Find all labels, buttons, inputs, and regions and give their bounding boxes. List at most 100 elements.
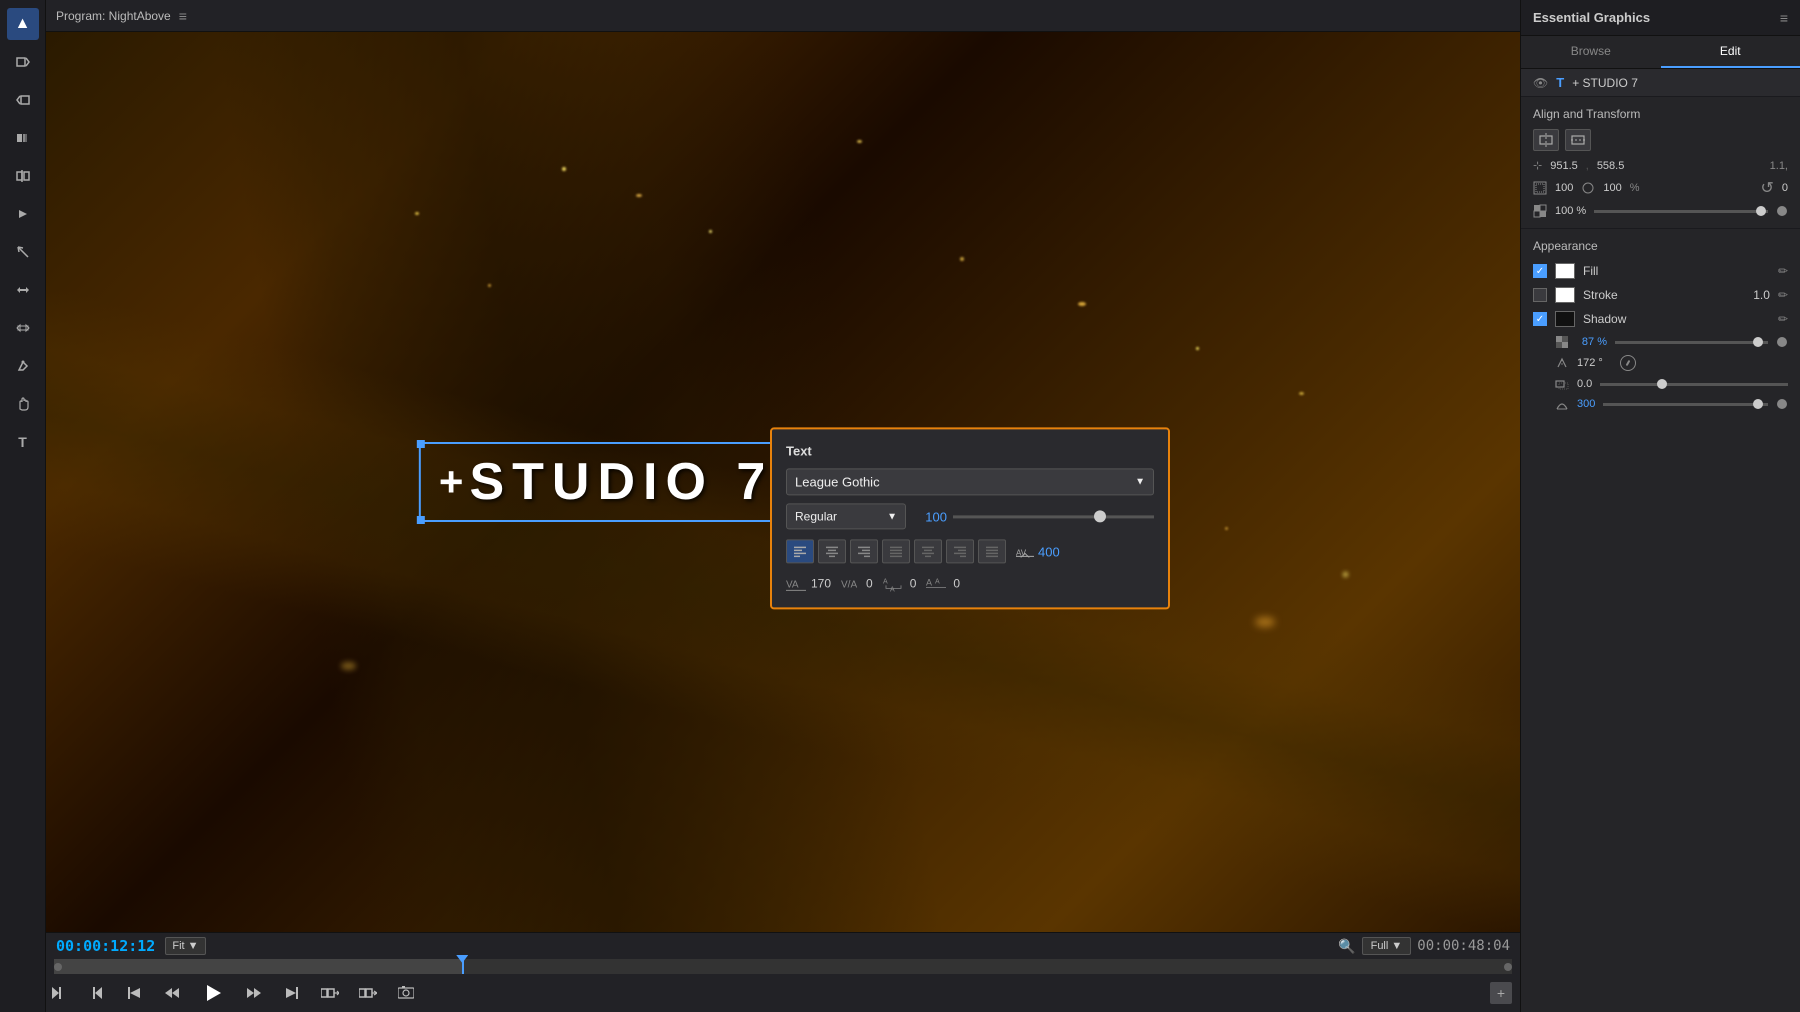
justify-right-btn[interactable] — [946, 539, 974, 563]
shadow-opacity-row: 87 % — [1533, 335, 1788, 349]
track-select-bwd-tool[interactable] — [7, 84, 39, 116]
razor-tool[interactable] — [7, 236, 39, 268]
monitor-menu-icon[interactable]: ≡ — [179, 8, 187, 24]
stroke-row: Stroke 1.0 ✏ — [1533, 287, 1788, 303]
shadow-opacity-slider[interactable] — [1615, 341, 1768, 344]
stroke-checkbox[interactable] — [1533, 288, 1547, 302]
shadow-row: ✓ Shadow ✏ — [1533, 311, 1788, 327]
pen-tool[interactable] — [7, 350, 39, 382]
timeline-scrubber[interactable] — [54, 959, 1512, 974]
leading-value[interactable]: 0 — [910, 576, 917, 590]
video-text-overlay[interactable]: + STUDIO 7 — [419, 442, 793, 522]
type-tool[interactable]: T — [7, 426, 39, 458]
slide-tool[interactable] — [7, 312, 39, 344]
opacity-value[interactable]: 100 % — [1555, 205, 1586, 217]
stroke-edit-icon[interactable]: ✏ — [1778, 288, 1788, 302]
track-select-fwd-tool[interactable] — [7, 46, 39, 78]
tracking-value[interactable]: 400 — [1038, 544, 1060, 559]
justify-center-btn[interactable] — [914, 539, 942, 563]
fit-dropdown[interactable]: Fit ▼ — [165, 937, 205, 955]
select-tool[interactable]: ▲ — [7, 8, 39, 40]
panel-menu-icon[interactable]: ≡ — [1780, 10, 1788, 26]
studio-text-box[interactable]: + STUDIO 7 — [419, 442, 793, 522]
ripple-edit-tool[interactable] — [7, 122, 39, 154]
slip-tool[interactable] — [7, 274, 39, 306]
mark-out-btn[interactable] — [84, 981, 108, 1005]
add-btn[interactable]: + — [1490, 982, 1512, 1004]
font-dropdown-chevron: ▼ — [1135, 476, 1145, 487]
go-to-out-btn[interactable] — [280, 981, 304, 1005]
font-dropdown[interactable]: League Gothic ▼ — [786, 468, 1154, 495]
shadow-edit-icon[interactable]: ✏ — [1778, 312, 1788, 326]
overwrite-btn[interactable] — [356, 981, 380, 1005]
scale-height[interactable]: 100 — [1603, 182, 1621, 194]
shadow-spread-slider[interactable] — [1603, 403, 1768, 406]
font-size-slider[interactable] — [953, 515, 1154, 518]
end-timecode: 00:00:48:04 — [1417, 938, 1510, 954]
fill-color-swatch[interactable] — [1555, 263, 1575, 279]
align-right-btn[interactable] — [850, 539, 878, 563]
play-btn[interactable] — [198, 978, 228, 1008]
style-dropdown[interactable]: Regular ▼ — [786, 503, 906, 529]
panel-header: Essential Graphics ≡ — [1521, 0, 1800, 36]
fill-edit-icon[interactable]: ✏ — [1778, 264, 1788, 278]
align-vert-center-btn[interactable] — [1565, 129, 1591, 151]
rotation-value[interactable]: 0 — [1782, 182, 1788, 194]
monitor-title: Program: NightAbove — [56, 9, 171, 23]
zoom-icon[interactable]: 🔍 — [1338, 938, 1355, 955]
layer-name[interactable]: + STUDIO 7 — [1572, 76, 1788, 90]
svg-text:V/A: V/A — [841, 579, 857, 590]
step-back-btn[interactable] — [160, 981, 184, 1005]
opacity-slider[interactable] — [1594, 210, 1768, 213]
position-y[interactable]: 558.5 — [1597, 160, 1625, 172]
studio-label: STUDIO 7 — [469, 452, 773, 512]
step-fwd-btn[interactable] — [242, 981, 266, 1005]
shadow-angle-icon — [1555, 356, 1569, 370]
export-frame-btn[interactable] — [394, 981, 418, 1005]
align-horiz-center-btn[interactable] — [1533, 129, 1559, 151]
mark-in-btn[interactable] — [46, 981, 70, 1005]
hand-tool[interactable] — [7, 388, 39, 420]
kerning-value[interactable]: 170 — [811, 576, 831, 590]
current-timecode[interactable]: 00:00:12:12 — [56, 937, 155, 955]
stroke-color-swatch[interactable] — [1555, 287, 1575, 303]
justify-left-btn[interactable] — [882, 539, 910, 563]
fill-checkbox[interactable]: ✓ — [1533, 264, 1547, 278]
corner-handle-bl[interactable] — [417, 516, 425, 524]
stroke-label: Stroke — [1583, 288, 1745, 302]
rotation-icon[interactable]: ↺ — [1760, 178, 1773, 198]
tab-browse[interactable]: Browse — [1521, 36, 1661, 68]
rate-stretch-tool[interactable] — [7, 198, 39, 230]
monitor-header: Program: NightAbove ≡ — [46, 0, 1520, 32]
panel-title: Essential Graphics — [1533, 10, 1650, 25]
stroke-value[interactable]: 1.0 — [1753, 288, 1770, 302]
align-center-btn[interactable] — [818, 539, 846, 563]
shadow-opacity-value[interactable]: 87 % — [1577, 336, 1607, 348]
layer-visibility-toggle[interactable]: 👁 — [1533, 76, 1548, 90]
rolling-edit-tool[interactable] — [7, 160, 39, 192]
shadow-distance-slider[interactable] — [1600, 383, 1788, 386]
justify-all-btn[interactable] — [978, 539, 1006, 563]
scale-width[interactable]: 100 — [1555, 182, 1573, 194]
align-transform-section: Align and Transform ⊹ 951.5 , 558.5 1.1,… — [1521, 97, 1800, 229]
align-left-btn[interactable] — [786, 539, 814, 563]
baseline-value[interactable]: 0 — [953, 576, 960, 590]
shadow-color-swatch[interactable] — [1555, 311, 1575, 327]
opacity-thumb — [1756, 206, 1766, 216]
fill-label: Fill — [1583, 264, 1770, 278]
shadow-checkbox[interactable]: ✓ — [1533, 312, 1547, 326]
shadow-angle-value[interactable]: 172 ° — [1577, 357, 1612, 369]
shadow-spread-end — [1776, 398, 1788, 410]
svg-text:A: A — [935, 578, 940, 585]
font-size-value[interactable]: 100 — [912, 509, 947, 524]
shadow-angle-control[interactable] — [1620, 355, 1636, 371]
full-dropdown[interactable]: Full ▼ — [1362, 937, 1412, 955]
tab-edit[interactable]: Edit — [1661, 36, 1800, 68]
position-x[interactable]: 951.5 — [1550, 160, 1578, 172]
shadow-distance-value[interactable]: 0.0 — [1577, 378, 1592, 390]
insert-btn[interactable] — [318, 981, 342, 1005]
va-value[interactable]: 0 — [866, 576, 873, 590]
go-to-in-btn[interactable] — [122, 981, 146, 1005]
shadow-spread-value[interactable]: 300 — [1577, 398, 1595, 410]
transport-controls: + — [46, 974, 1520, 1012]
